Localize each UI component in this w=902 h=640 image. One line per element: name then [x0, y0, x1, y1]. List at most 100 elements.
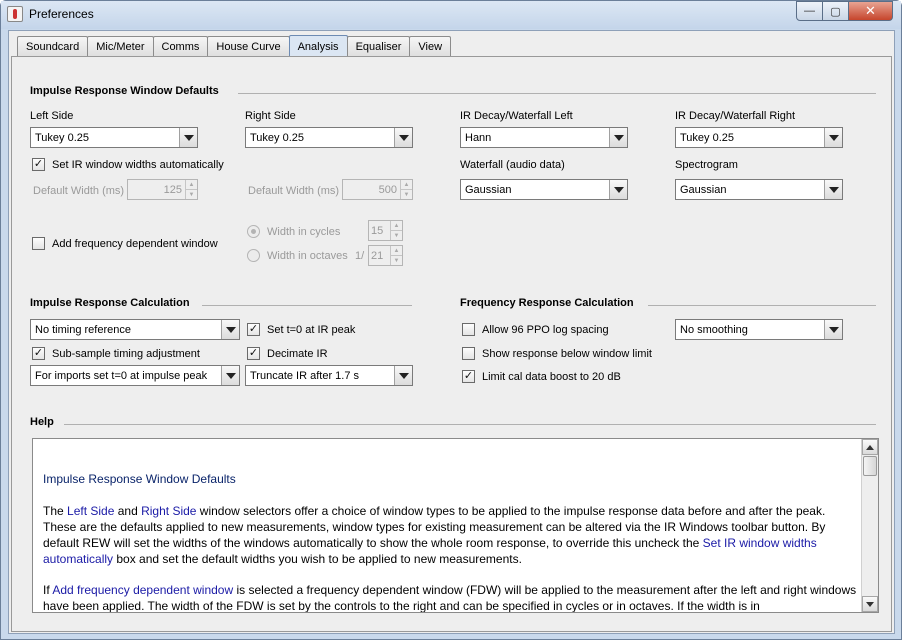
- check-icon: ✓: [248, 347, 259, 359]
- width-cycles-value: 15: [371, 224, 384, 237]
- chevron-down-icon[interactable]: [824, 128, 842, 147]
- spinner-arrows[interactable]: ▲ ▼: [390, 246, 402, 265]
- spin-down-icon[interactable]: ▼: [391, 255, 402, 265]
- check-icon: ✓: [248, 323, 259, 335]
- spinner-arrows[interactable]: ▲ ▼: [400, 180, 412, 199]
- help-paragraph-2: If Add frequency dependent window is sel…: [43, 582, 858, 612]
- default-width-left-value: 125: [163, 183, 182, 196]
- waterfall-select[interactable]: Gaussian: [460, 179, 628, 200]
- right-side-select[interactable]: Tukey 0.25: [245, 127, 413, 148]
- help-text: The: [43, 504, 68, 518]
- frc-section-title: Frequency Response Calculation: [460, 297, 634, 309]
- help-keyword-left-side: Left Side: [67, 504, 115, 518]
- below-limit-label: Show response below window limit: [482, 348, 652, 360]
- decay-right-label: IR Decay/Waterfall Right: [675, 110, 796, 122]
- default-width-left-label: Default Width (ms): [33, 185, 125, 197]
- tab-house-curve[interactable]: House Curve: [207, 36, 290, 57]
- tab-mic-meter[interactable]: Mic/Meter: [87, 36, 154, 57]
- irc-section-title: Impulse Response Calculation: [30, 297, 190, 309]
- tab-equaliser[interactable]: Equaliser: [346, 36, 411, 57]
- chevron-down-icon[interactable]: [609, 128, 627, 147]
- client-area: Soundcard Mic/Meter Comms House Curve An…: [8, 30, 895, 634]
- default-width-left-spinner[interactable]: 125 ▲ ▼: [127, 179, 198, 200]
- spinner-arrows[interactable]: ▲ ▼: [185, 180, 197, 199]
- spin-up-icon[interactable]: ▲: [401, 180, 412, 189]
- default-width-right-value: 500: [378, 183, 397, 196]
- imports-t0-select[interactable]: For imports set t=0 at impulse peak: [30, 365, 240, 386]
- title-bar[interactable]: Preferences — ▢ ✕: [1, 1, 901, 29]
- width-cycles-spinner[interactable]: 15 ▲ ▼: [368, 220, 403, 241]
- width-octaves-radio[interactable]: [247, 249, 260, 262]
- tab-comms[interactable]: Comms: [152, 36, 209, 57]
- decay-left-select[interactable]: Hann: [460, 127, 628, 148]
- help-text: and: [114, 504, 142, 518]
- help-paragraph-1: The Left Side and Right Side window sele…: [43, 503, 858, 567]
- check-icon: ✓: [463, 370, 474, 382]
- minimize-button[interactable]: —: [796, 1, 823, 21]
- check-icon: ✓: [33, 158, 44, 170]
- maximize-button[interactable]: ▢: [823, 1, 849, 21]
- width-octaves-value: 21: [371, 249, 384, 262]
- chevron-down-icon[interactable]: [394, 366, 412, 385]
- tab-analysis[interactable]: Analysis: [288, 35, 348, 57]
- help-keyword-right-side: Right Side: [141, 504, 197, 518]
- decay-right-select[interactable]: Tukey 0.25: [675, 127, 843, 148]
- left-side-select[interactable]: Tukey 0.25: [30, 127, 198, 148]
- left-side-value: Tukey 0.25: [35, 131, 90, 144]
- tab-soundcard[interactable]: Soundcard: [17, 36, 89, 57]
- spin-down-icon[interactable]: ▼: [401, 189, 412, 199]
- decimate-checkbox[interactable]: ✓: [247, 347, 260, 360]
- chevron-down-icon[interactable]: [824, 180, 842, 199]
- chevron-down-icon[interactable]: [221, 366, 239, 385]
- spectrogram-select[interactable]: Gaussian: [675, 179, 843, 200]
- scroll-up-icon[interactable]: [862, 439, 878, 455]
- width-cycles-radio[interactable]: [247, 225, 260, 238]
- width-octaves-prefix: 1/: [355, 250, 365, 262]
- spin-up-icon[interactable]: ▲: [186, 180, 197, 189]
- spin-down-icon[interactable]: ▼: [186, 189, 197, 199]
- subsample-label: Sub-sample timing adjustment: [52, 348, 200, 360]
- default-width-right-spinner[interactable]: 500 ▲ ▼: [342, 179, 413, 200]
- truncate-value: Truncate IR after 1.7 s: [250, 369, 360, 382]
- smoothing-select[interactable]: No smoothing: [675, 319, 843, 340]
- set-auto-label: Set IR window widths automatically: [52, 159, 224, 171]
- ppo-checkbox[interactable]: [462, 323, 475, 336]
- help-divider: [64, 424, 876, 425]
- below-limit-checkbox[interactable]: [462, 347, 475, 360]
- imports-t0-value: For imports set t=0 at impulse peak: [35, 369, 208, 382]
- spin-up-icon[interactable]: ▲: [391, 246, 402, 255]
- chevron-down-icon[interactable]: [824, 320, 842, 339]
- spinner-arrows[interactable]: ▲ ▼: [390, 221, 402, 240]
- spin-down-icon[interactable]: ▼: [391, 230, 402, 240]
- set-t0-label: Set t=0 at IR peak: [267, 324, 356, 336]
- set-auto-checkbox[interactable]: ✓: [32, 158, 45, 171]
- spin-up-icon[interactable]: ▲: [391, 221, 402, 230]
- chevron-down-icon[interactable]: [179, 128, 197, 147]
- fdw-checkbox[interactable]: [32, 237, 45, 250]
- width-octaves-spinner[interactable]: 21 ▲ ▼: [368, 245, 403, 266]
- timing-reference-value: No timing reference: [35, 323, 131, 336]
- waterfall-value: Gaussian: [465, 183, 512, 196]
- width-cycles-label: Width in cycles: [267, 226, 341, 238]
- app-icon: [7, 6, 23, 22]
- scroll-thumb[interactable]: [863, 456, 877, 476]
- cal-boost-checkbox[interactable]: ✓: [462, 370, 475, 383]
- help-scrollbar[interactable]: [861, 439, 878, 612]
- close-button[interactable]: ✕: [849, 1, 893, 21]
- spectrogram-value: Gaussian: [680, 183, 727, 196]
- chevron-down-icon[interactable]: [394, 128, 412, 147]
- subsample-checkbox[interactable]: ✓: [32, 347, 45, 360]
- chevron-down-icon[interactable]: [221, 320, 239, 339]
- tab-view[interactable]: View: [409, 36, 452, 57]
- help-text-area[interactable]: Impulse Response Window Defaults The Lef…: [32, 438, 879, 613]
- set-t0-checkbox[interactable]: ✓: [247, 323, 260, 336]
- timing-reference-select[interactable]: No timing reference: [30, 319, 240, 340]
- truncate-select[interactable]: Truncate IR after 1.7 s: [245, 365, 413, 386]
- ppo-label: Allow 96 PPO log spacing: [482, 324, 609, 336]
- chevron-down-icon[interactable]: [609, 180, 627, 199]
- window-title: Preferences: [29, 7, 94, 21]
- irwd-section-title: Impulse Response Window Defaults: [30, 85, 219, 97]
- irwd-divider: [238, 93, 876, 94]
- right-side-value: Tukey 0.25: [250, 131, 305, 144]
- scroll-down-icon[interactable]: [862, 596, 878, 612]
